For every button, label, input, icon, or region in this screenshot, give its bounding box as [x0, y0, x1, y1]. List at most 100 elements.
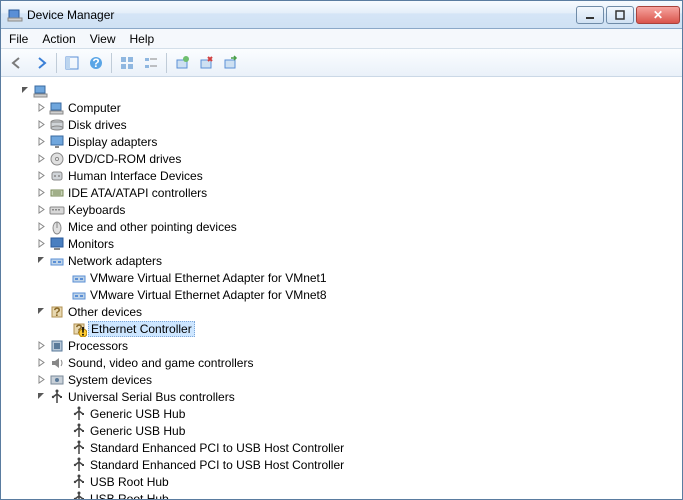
- tree-category-label: Keyboards: [68, 203, 125, 217]
- tree-category-sound[interactable]: Sound, video and game controllers: [1, 354, 682, 371]
- tree-category-label: Universal Serial Bus controllers: [68, 390, 235, 404]
- tree-item-uroot2[interactable]: ·USB Root Hub: [1, 490, 682, 499]
- tree-category-ide[interactable]: IDE ATA/ATAPI controllers: [1, 184, 682, 201]
- device-manager-window: Device Manager ✕ File Action View Help ?…: [0, 0, 683, 500]
- minimize-button[interactable]: [576, 6, 604, 24]
- tree-item-label: Standard Enhanced PCI to USB Host Contro…: [90, 441, 344, 455]
- expand-toggle-icon[interactable]: [35, 340, 47, 352]
- close-button[interactable]: ✕: [636, 6, 680, 24]
- expand-toggle-icon[interactable]: [35, 153, 47, 165]
- tree-item-label: Ethernet Controller: [88, 321, 195, 337]
- tree-category-monitors[interactable]: Monitors: [1, 235, 682, 252]
- tree-category-label: Display adapters: [68, 135, 157, 149]
- toolbar-separator: [111, 53, 112, 73]
- maximize-button[interactable]: [606, 6, 634, 24]
- view-devices-by-type-button[interactable]: [115, 52, 139, 74]
- dvd-icon: [49, 151, 65, 167]
- expand-toggle-icon[interactable]: [35, 255, 47, 267]
- usb-icon: [71, 440, 87, 456]
- window-controls: ✕: [576, 6, 680, 24]
- menu-view[interactable]: View: [90, 32, 116, 46]
- window-title: Device Manager: [27, 8, 576, 22]
- showhide-button[interactable]: [60, 52, 84, 74]
- monitor-icon: [49, 236, 65, 252]
- scan-hardware-button[interactable]: [170, 52, 194, 74]
- tree-item-eth[interactable]: ·?!Ethernet Controller: [1, 320, 682, 337]
- tree-item-enh2[interactable]: ·Standard Enhanced PCI to USB Host Contr…: [1, 456, 682, 473]
- tree-item-ghub2[interactable]: ·Generic USB Hub: [1, 422, 682, 439]
- tree-category-network[interactable]: Network adapters: [1, 252, 682, 269]
- tree-category-hid[interactable]: Human Interface Devices: [1, 167, 682, 184]
- hid-icon: [49, 168, 65, 184]
- tree-category-keyboards[interactable]: Keyboards: [1, 201, 682, 218]
- expand-toggle-icon[interactable]: [35, 204, 47, 216]
- expand-toggle-icon[interactable]: [35, 357, 47, 369]
- uninstall-button[interactable]: [194, 52, 218, 74]
- svg-text:?: ?: [92, 56, 99, 70]
- unknown-icon: ?!: [71, 321, 87, 337]
- svg-text:?: ?: [53, 305, 60, 319]
- tree-category-disk[interactable]: Disk drives: [1, 116, 682, 133]
- network-icon: [71, 270, 87, 286]
- tree-root-row[interactable]: [1, 82, 682, 99]
- expand-toggle-icon[interactable]: [35, 170, 47, 182]
- tree-category-dvd[interactable]: DVD/CD-ROM drives: [1, 150, 682, 167]
- menubar: File Action View Help: [1, 29, 682, 49]
- tree-content[interactable]: Computer Disk drives Display adaptersDVD/C…: [1, 77, 682, 499]
- help-button[interactable]: ?: [84, 52, 108, 74]
- tree-item-label: Generic USB Hub: [90, 424, 185, 438]
- usb-icon: [49, 389, 65, 405]
- tree-category-other[interactable]: ? Other devices: [1, 303, 682, 320]
- network-icon: [71, 287, 87, 303]
- tree-category-label: Network adapters: [68, 254, 162, 268]
- tree-item-enh1[interactable]: ·Standard Enhanced PCI to USB Host Contr…: [1, 439, 682, 456]
- toolbar-separator: [56, 53, 57, 73]
- view-devices-by-connection-button[interactable]: [139, 52, 163, 74]
- tree-category-computer[interactable]: Computer: [1, 99, 682, 116]
- expand-toggle-icon[interactable]: [35, 391, 47, 403]
- expand-toggle-icon[interactable]: [19, 85, 31, 97]
- computer-icon: [49, 100, 65, 116]
- expand-toggle-icon[interactable]: [35, 306, 47, 318]
- toolbar-separator: [166, 53, 167, 73]
- tree-category-label: Monitors: [68, 237, 114, 251]
- expand-toggle-icon[interactable]: [35, 221, 47, 233]
- expand-toggle-icon[interactable]: [35, 374, 47, 386]
- titlebar[interactable]: Device Manager ✕: [1, 1, 682, 29]
- expand-toggle-icon[interactable]: [35, 102, 47, 114]
- expand-toggle-icon[interactable]: [35, 238, 47, 250]
- usb-icon: [71, 491, 87, 500]
- tree-item-uroot1[interactable]: ·USB Root Hub: [1, 473, 682, 490]
- forward-button[interactable]: [29, 52, 53, 74]
- tree-category-processors[interactable]: Processors: [1, 337, 682, 354]
- expand-toggle-icon[interactable]: [35, 136, 47, 148]
- menu-file[interactable]: File: [9, 32, 28, 46]
- tree-category-display[interactable]: Display adapters: [1, 133, 682, 150]
- usb-icon: [71, 457, 87, 473]
- sound-icon: [49, 355, 65, 371]
- computer-root-icon: [33, 83, 49, 99]
- menu-help[interactable]: Help: [130, 32, 155, 46]
- tree-item-label: USB Root Hub: [90, 492, 169, 500]
- cpu-icon: [49, 338, 65, 354]
- tree-item-vmnet8[interactable]: ·VMware Virtual Ethernet Adapter for VMn…: [1, 286, 682, 303]
- tree-item-ghub1[interactable]: ·Generic USB Hub: [1, 405, 682, 422]
- update-driver-button[interactable]: [218, 52, 242, 74]
- system-icon: [49, 372, 65, 388]
- tree-category-label: Computer: [68, 101, 121, 115]
- tree-item-label: Standard Enhanced PCI to USB Host Contro…: [90, 458, 344, 472]
- expand-toggle-icon[interactable]: [35, 119, 47, 131]
- tree-category-system[interactable]: System devices: [1, 371, 682, 388]
- tree-category-label: Other devices: [68, 305, 142, 319]
- tree-category-mice[interactable]: Mice and other pointing devices: [1, 218, 682, 235]
- usb-icon: [71, 474, 87, 490]
- menu-action[interactable]: Action: [42, 32, 75, 46]
- tree-category-label: Mice and other pointing devices: [68, 220, 237, 234]
- expand-toggle-icon[interactable]: [35, 187, 47, 199]
- tree-category-label: Disk drives: [68, 118, 127, 132]
- tree-item-vmnet1[interactable]: ·VMware Virtual Ethernet Adapter for VMn…: [1, 269, 682, 286]
- tree-category-usb[interactable]: Universal Serial Bus controllers: [1, 388, 682, 405]
- mouse-icon: [49, 219, 65, 235]
- tree-item-label: VMware Virtual Ethernet Adapter for VMne…: [90, 288, 327, 302]
- back-button[interactable]: [5, 52, 29, 74]
